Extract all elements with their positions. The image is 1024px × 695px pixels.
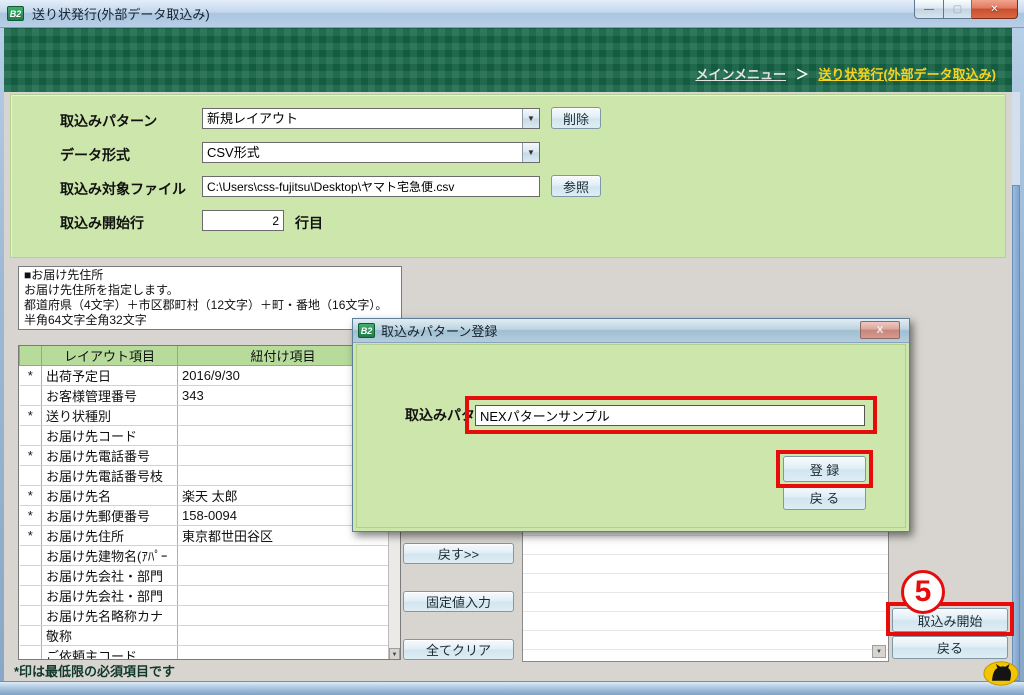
application-window: B2 送り状発行(外部データ取込み) — ▢ ✕ メインメニュー ＞ 送り状発行… [0,0,1024,695]
back-button[interactable]: 戻る [892,636,1008,659]
window-scrollbar[interactable] [1012,92,1020,681]
format-select[interactable]: CSV形式 ▼ [202,142,540,163]
clear-all-button[interactable]: 全てクリア [403,639,514,660]
table-row[interactable]: お届け先コード [20,426,389,446]
pattern-label: 取込みパターン [60,111,157,131]
field-description-box: ■お届け先住所 お届け先住所を指定します。 都道府県（4文字）＋市区郡町村（12… [18,266,402,330]
window-controls: — ▢ ✕ [914,0,1018,19]
info-line: お届け先住所を指定します。 [24,283,396,298]
table-row[interactable]: お届け先名略称カナ [20,606,389,626]
pattern-register-dialog: B2 取込みパターン登録 X 取込みパターン 登 録 戻 る [352,318,910,532]
window-bottom-border [0,681,1024,695]
chevron-down-icon[interactable]: ▼ [522,109,539,128]
format-label: データ形式 [60,145,130,165]
chevron-down-icon[interactable]: ▼ [522,143,539,162]
dialog-title: 取込みパターン登録 [381,321,497,340]
breadcrumb-current-link[interactable]: 送り状発行(外部データ取込み) [818,67,996,82]
dialog-titlebar: B2 取込みパターン登録 X [353,319,909,343]
table-row[interactable]: *お届け先郵便番号158-0094 [20,506,389,526]
info-line: 半角64文字全角32文字 [24,313,396,328]
table-row[interactable]: *お届け先電話番号 [20,446,389,466]
scroll-down-icon[interactable]: ▼ [872,645,886,658]
b2-app-icon: B2 [358,323,375,338]
start-import-button[interactable]: 取込み開始 [892,608,1008,632]
layout-column-header: レイアウト項目 [42,346,178,366]
required-column-header [20,346,42,366]
table-row[interactable]: お届け先電話番号枝 [20,466,389,486]
import-settings-panel: 取込みパターン 新規レイアウト ▼ 削除 データ形式 CSV形式 ▼ 取込み対象… [10,94,1006,258]
fixed-value-input-button[interactable]: 固定値入力 [403,591,514,612]
undo-button[interactable]: 戻す>> [403,543,514,564]
window-titlebar: B2 送り状発行(外部データ取込み) — ▢ ✕ [0,0,1024,28]
table-row[interactable]: 敬称 [20,626,389,646]
table-row[interactable]: お届け先建物名(ｱﾊﾟｰ [20,546,389,566]
b2-app-icon: B2 [7,6,24,21]
table-row[interactable]: *出荷予定日2016/9/30 [20,366,389,386]
start-row-input[interactable] [202,210,284,231]
scroll-down-icon[interactable]: ▼ [389,648,400,660]
info-line: ■お届け先住所 [24,268,396,283]
dialog-body: 取込みパターン 登 録 戻 る [356,344,906,528]
maximize-button[interactable]: ▢ [944,0,972,19]
info-line: 都道府県（4文字）＋市区郡町村（12文字）＋町・番地（16文字）。 [24,298,396,313]
start-row-suffix: 行目 [295,213,323,233]
pattern-select[interactable]: 新規レイアウト ▼ [202,108,540,129]
yamato-cat-logo [983,660,1019,687]
browse-button[interactable]: 参照 [551,175,601,197]
file-path-input[interactable] [202,176,540,197]
register-button[interactable]: 登 録 [783,456,866,482]
breadcrumb: メインメニュー ＞ 送り状発行(外部データ取込み) [695,64,996,83]
close-button[interactable]: ✕ [972,0,1018,19]
header-band: メインメニュー ＞ 送り状発行(外部データ取込み) [4,28,1012,92]
dialog-back-button[interactable]: 戻 る [783,485,866,510]
required-fields-note: *印は最低限の必須項目です [14,661,175,680]
pattern-select-value: 新規レイアウト [203,109,522,128]
start-row-label: 取込み開始行 [60,213,144,233]
table-row[interactable]: *お届け先住所東京都世田谷区 [20,526,389,546]
format-select-value: CSV形式 [203,143,522,162]
delete-button[interactable]: 削除 [551,107,601,129]
layout-mapping-table: レイアウト項目 紐付け項目 *出荷予定日2016/9/30 お客様管理番号343… [18,345,401,660]
table-row[interactable]: *送り状種別 [20,406,389,426]
table-row[interactable]: お届け先会社・部門 [20,566,389,586]
table-row[interactable]: ご依頼主コード [20,646,389,661]
table-row[interactable]: *お届け先名楽天 太郎 [20,486,389,506]
step-5-annotation: 5 [901,570,945,614]
annotation-box-pattern-input [465,396,877,434]
file-label: 取込み対象ファイル [60,179,186,199]
breadcrumb-separator: ＞ [796,67,809,82]
table-row[interactable]: お届け先会社・部門 [20,586,389,606]
dialog-close-button[interactable]: X [860,321,900,339]
breadcrumb-main-menu-link[interactable]: メインメニュー [695,67,786,82]
table-row[interactable]: お客様管理番号343 [20,386,389,406]
minimize-button[interactable]: — [914,0,944,19]
window-title: 送り状発行(外部データ取込み) [32,4,210,23]
table-header-row: レイアウト項目 紐付け項目 [20,346,389,366]
